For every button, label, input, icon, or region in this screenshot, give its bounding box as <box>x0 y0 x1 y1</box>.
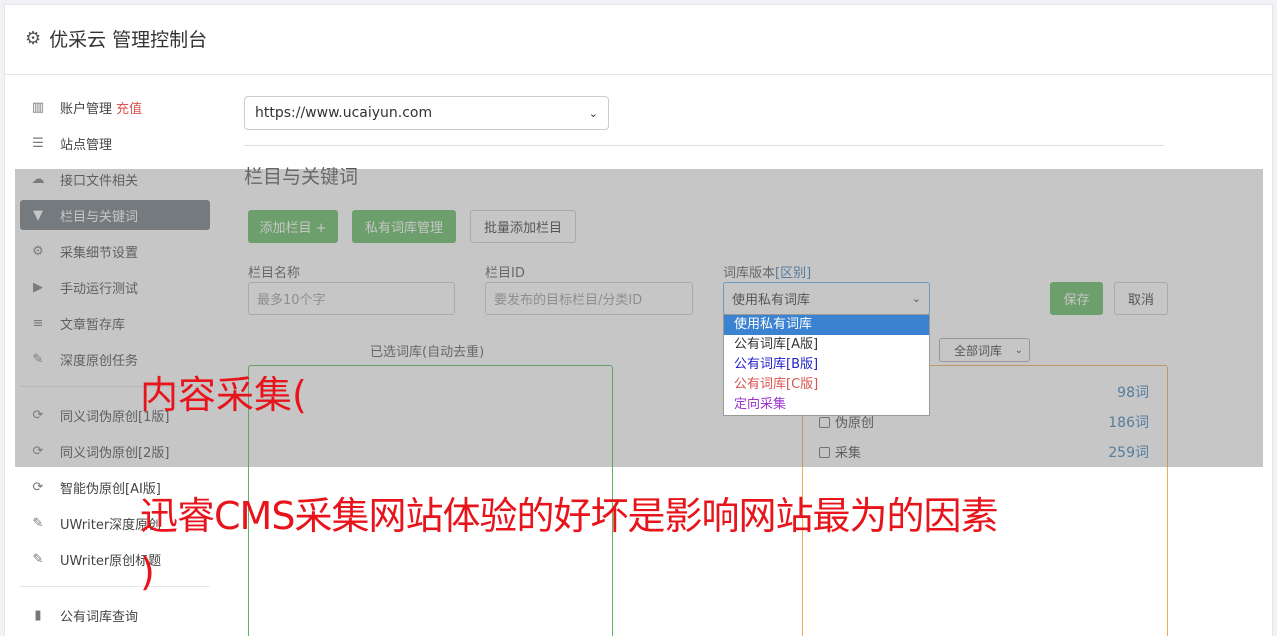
gray-overlay <box>15 169 1263 467</box>
watermark-line-1: 内容采集( <box>140 373 307 417</box>
sidebar-item-label: 站点管理 <box>60 137 113 153</box>
watermark-line-3: ) <box>140 550 155 594</box>
sidebar-item[interactable]: ▮ 公有词库查询 <box>20 600 210 630</box>
watermark-line-2: 迅睿CMS采集网站体验的好坏是影响网站最为的因素 <box>140 494 998 538</box>
sidebar-item[interactable]: ☰ 站点管理 <box>20 128 210 158</box>
edit-icon: ✎ <box>32 515 44 531</box>
sidebar-item[interactable]: ✎ UWriter原创标题 <box>20 544 210 574</box>
book-icon: ▮ <box>34 607 42 623</box>
sidebar-item-label: 账户管理 <box>60 101 113 117</box>
gear-icon: ⚙ <box>25 28 42 49</box>
server-icon: ☰ <box>32 135 44 151</box>
brand[interactable]: ⚙ 优采云 管理控制台 <box>25 25 207 52</box>
site-select-value: https://www.ucaiyun.com <box>255 105 433 121</box>
bar-chart-icon: ▥ <box>31 99 45 115</box>
chevron-down-icon: ⌄ <box>588 106 598 120</box>
brand-title: 优采云 管理控制台 <box>49 29 208 51</box>
site-select[interactable]: https://www.ucaiyun.com ⌄ <box>244 96 609 130</box>
sidebar-item-label: 公有词库查询 <box>60 609 139 625</box>
dropdown-option[interactable]: 使用私有词库 <box>724 315 929 335</box>
dropdown-option[interactable]: 公有词库[B版] <box>724 355 929 375</box>
recharge-link[interactable]: 充值 <box>116 98 142 117</box>
version-dropdown[interactable]: 使用私有词库 公有词库[A版] 公有词库[B版] 公有词库[C版] 定向采集 <box>723 314 930 416</box>
refresh-icon: ⟳ <box>32 479 44 495</box>
dropdown-option[interactable]: 公有词库[A版] <box>724 335 929 355</box>
divider <box>244 145 1164 146</box>
dropdown-option[interactable]: 公有词库[C版] <box>724 375 929 395</box>
main-panel: https://www.ucaiyun.com ⌄ 栏目与关键词 添加栏目 + … <box>244 96 1168 636</box>
topbar: ⚙ 优采云 管理控制台 <box>5 5 1272 75</box>
edit-icon: ✎ <box>32 551 44 567</box>
sidebar-divider <box>20 586 210 587</box>
dropdown-option[interactable]: 定向采集 <box>724 395 929 415</box>
sidebar-item[interactable]: ▥ 账户管理 充值 <box>20 92 210 122</box>
